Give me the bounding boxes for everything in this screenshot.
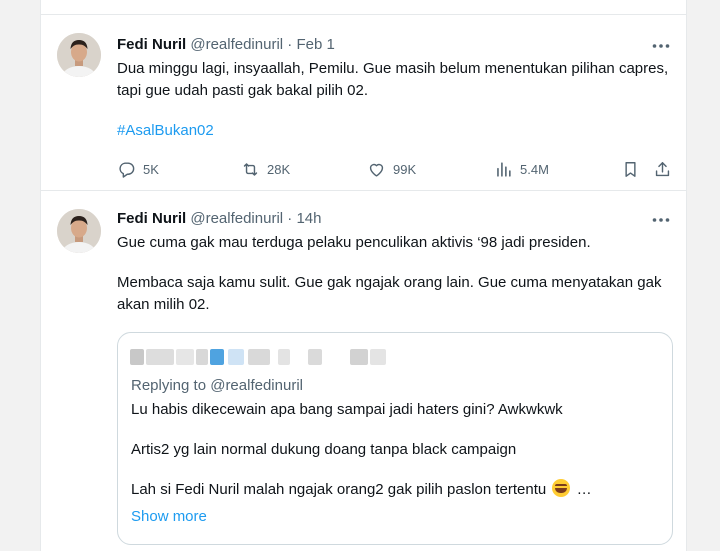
author-handle[interactable]: @realfedinuril: [190, 36, 283, 53]
repost-icon: [243, 162, 258, 176]
quoted-paragraph-last: Lah si Fedi Nuril malah ngajak orang2 ga…: [131, 479, 661, 501]
avatar-image: [57, 33, 101, 77]
replying-to-label: Replying to @realfedinuril: [131, 377, 303, 394]
heart-icon: [369, 163, 384, 177]
truncation-ellipsis: …: [576, 481, 592, 498]
more-horizontal-icon[interactable]: [652, 39, 670, 51]
quoted-paragraph: Artis2 yg lain normal dukung doang tanpa…: [131, 441, 517, 458]
post-header: Fedi Nuril @realfedinuril · Feb 1: [117, 35, 335, 55]
post[interactable]: Fedi Nuril @realfedinuril · 14h Gue cuma…: [41, 192, 686, 551]
post-paragraph: Gue cuma gak mau terduga pelaku penculik…: [117, 234, 591, 251]
meta-separator: ·: [287, 36, 293, 53]
like-button[interactable]: 99K: [367, 158, 416, 180]
rolling-on-floor-laughing-emoji: [552, 479, 571, 497]
hashtag-link[interactable]: #AsalBukan02: [117, 120, 677, 142]
quoted-paragraph: Lu habis dikecewain apa bang sampai jadi…: [131, 401, 563, 418]
avatar[interactable]: [57, 209, 101, 253]
post-paragraph: Membaca saja kamu sulit. Gue gak ngajak …: [117, 274, 662, 313]
bookmark-icon: [625, 161, 636, 177]
reply-count: 5K: [143, 161, 159, 177]
post-paragraph: Dua minggu lagi, insyaallah, Pemilu. Gue…: [117, 60, 669, 99]
post-actions: 5K 28K 99K 5.4M: [117, 158, 677, 180]
author-name[interactable]: Fedi Nuril: [117, 36, 186, 53]
views-button[interactable]: 5.4M: [494, 158, 549, 180]
timeline: Fedi Nuril @realfedinuril · Feb 1 Dua mi…: [40, 0, 687, 551]
author-name[interactable]: Fedi Nuril: [117, 210, 186, 227]
share-button[interactable]: [653, 158, 672, 180]
post-time[interactable]: Feb 1: [296, 36, 334, 53]
views-icon: [497, 161, 511, 177]
like-count: 99K: [393, 161, 417, 177]
meta-separator: ·: [287, 210, 293, 227]
quoted-text: Lu habis dikecewain apa bang sampai jadi…: [131, 399, 661, 501]
show-more-link[interactable]: Show more: [131, 507, 207, 527]
post-time[interactable]: 14h: [296, 210, 321, 227]
author-handle[interactable]: @realfedinuril: [190, 210, 283, 227]
post[interactable]: Fedi Nuril @realfedinuril · Feb 1 Dua mi…: [41, 15, 686, 191]
blurred-quoted-author: [130, 349, 390, 365]
reply-button[interactable]: 5K: [117, 158, 159, 180]
share-icon: [655, 161, 670, 176]
avatar-image: [57, 209, 101, 253]
repost-button[interactable]: 28K: [241, 158, 290, 180]
repost-count: 28K: [267, 161, 291, 177]
avatar[interactable]: [57, 33, 101, 77]
post-text: Gue cuma gak mau terduga pelaku penculik…: [117, 232, 677, 316]
bookmark-button[interactable]: [621, 158, 640, 180]
quoted-paragraph-text: Lah si Fedi Nuril malah ngajak orang2 ga…: [131, 481, 547, 498]
post-header: Fedi Nuril @realfedinuril · 14h: [117, 209, 322, 229]
reply-icon: [119, 161, 135, 178]
quoted-reply-card[interactable]: Replying to @realfedinuril Lu habis dike…: [117, 332, 673, 545]
more-horizontal-icon[interactable]: [652, 213, 670, 225]
view-count: 5.4M: [520, 161, 549, 177]
post-text: Dua minggu lagi, insyaallah, Pemilu. Gue…: [117, 58, 677, 142]
